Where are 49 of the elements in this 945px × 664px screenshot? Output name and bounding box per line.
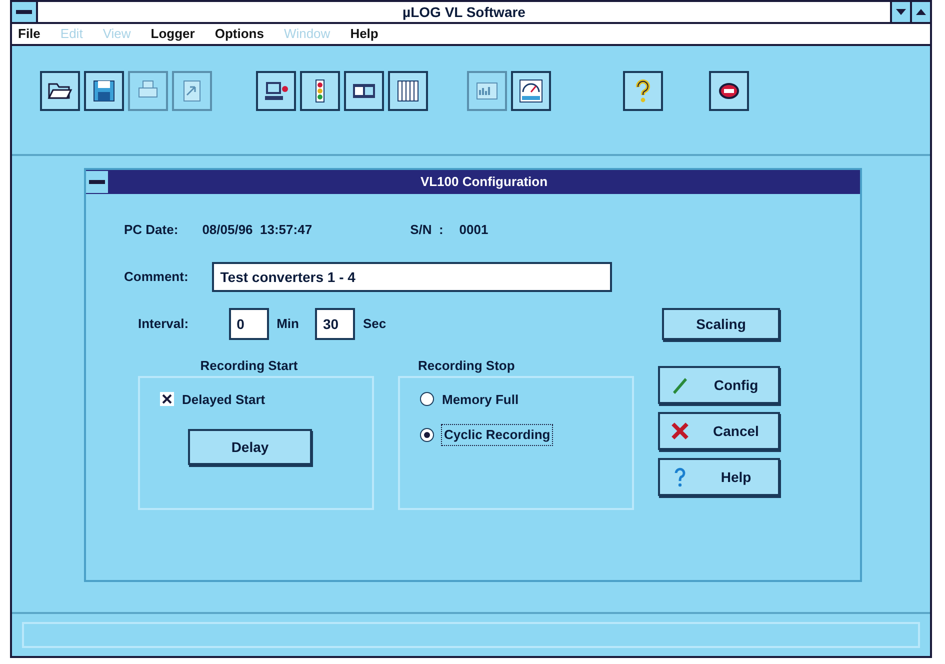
dialog-button[interactable]: Config	[658, 366, 780, 404]
system-menu-button[interactable]	[86, 171, 108, 193]
dialog-title: VL100 Configuration	[419, 173, 549, 192]
dialog-button[interactable]: Cancel	[658, 412, 780, 450]
serial-number-value: 0001	[459, 221, 488, 240]
toolbar-button[interactable]	[623, 71, 663, 111]
menu-item[interactable]: Help	[350, 24, 378, 44]
toolbar-button[interactable]	[388, 71, 428, 111]
radio-label: Memory Full	[442, 390, 519, 409]
dialog-button[interactable]: Help	[658, 458, 780, 496]
group-title: Recording Start	[199, 357, 299, 375]
toolbar-button[interactable]	[300, 71, 340, 111]
radio-button[interactable]	[420, 392, 434, 406]
window-title: µLOG VL Software	[402, 2, 526, 22]
toolbar-button[interactable]	[709, 71, 749, 111]
up-triangle-icon	[916, 9, 926, 15]
toolbar-button[interactable]	[40, 71, 80, 111]
toolbar-button[interactable]	[256, 71, 296, 111]
checkbox[interactable]	[160, 392, 174, 406]
minutes-field[interactable]: 0	[228, 308, 269, 340]
minimize-button[interactable]	[890, 2, 910, 22]
radio-label: Cyclic Recording	[442, 425, 552, 444]
gauge-icon	[518, 78, 544, 104]
down-triangle-icon	[896, 9, 906, 15]
toolbar-button[interactable]	[511, 71, 551, 111]
date-value: 08/05/96 13:57:47	[202, 221, 312, 240]
toolbar-button[interactable]	[84, 71, 124, 111]
pen-icon	[670, 375, 690, 395]
cross-icon	[670, 421, 690, 441]
seconds-field[interactable]: 30	[314, 308, 355, 340]
serial-number-label: S/N :	[410, 221, 444, 240]
checkbox-label: Delayed Start	[182, 390, 266, 409]
delay-button[interactable]: Delay	[188, 429, 312, 465]
radio-button[interactable]	[420, 428, 434, 442]
interval-label: Interval:	[138, 315, 189, 334]
comment-field[interactable]: Test converters 1 - 4	[212, 262, 612, 292]
seconds-label: Sec	[362, 315, 386, 334]
maximize-button[interactable]	[910, 2, 930, 22]
date-label: PC Date:	[124, 221, 178, 240]
comment-label: Comment:	[124, 268, 188, 286]
menu-item[interactable]: File	[18, 24, 40, 44]
group-title: Recording Stop	[417, 357, 516, 375]
system-menu-button[interactable]	[12, 2, 38, 22]
menu-item[interactable]: Options	[214, 24, 264, 44]
columns-icon	[395, 78, 421, 104]
menu-item[interactable]: Logger	[150, 24, 195, 44]
toolbar-button[interactable]	[344, 71, 384, 111]
scaling-button[interactable]: Scaling	[662, 308, 780, 340]
minutes-label: Min	[276, 315, 299, 334]
